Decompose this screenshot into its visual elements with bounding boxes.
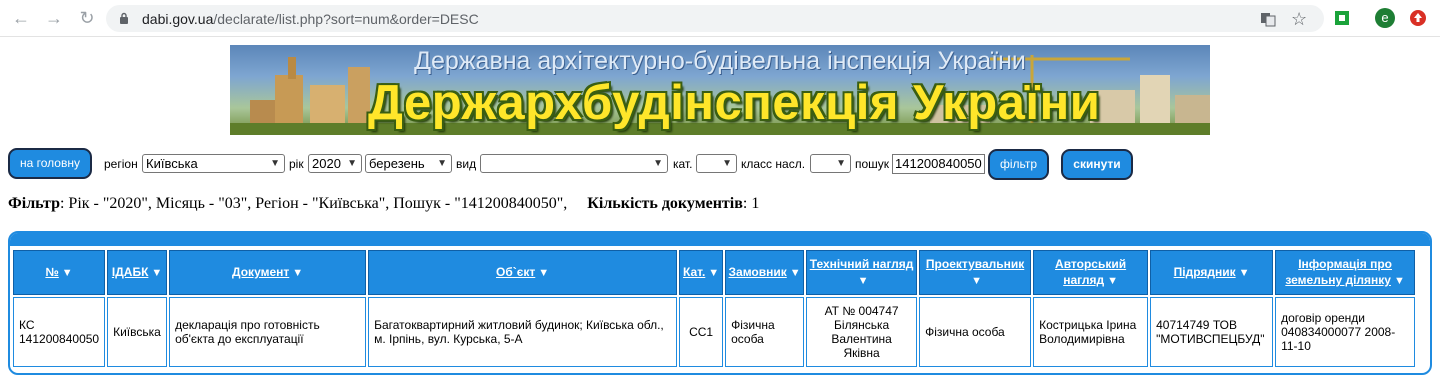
sort-down-icon: ▼	[61, 267, 73, 279]
banner-subtitle: Державна архітектурно-будівельна інспекц…	[414, 47, 1026, 75]
cell-designer: Фізична особа	[919, 297, 1032, 367]
cell-tech-supervision: АТ № 004747 Білянська Валентина Яківна	[806, 297, 918, 367]
sort-down-icon: ▼	[708, 267, 720, 279]
month-select[interactable]: березень ▼	[365, 154, 452, 173]
reload-icon[interactable]: ↻	[76, 7, 98, 29]
cell-num: КС 141200840050	[13, 297, 106, 367]
column-header-land-info[interactable]: Інформація про земельну ділянку ▼	[1275, 250, 1416, 295]
results-table: № ▼ ІДАБК ▼ Документ ▼ Об`єкт ▼ Кат. ▼ Замовн…	[11, 248, 1417, 369]
column-header-designer[interactable]: Проектувальник ▼	[919, 250, 1032, 295]
sort-link-category[interactable]: Кат.	[683, 265, 705, 279]
category-select[interactable]: ▼	[696, 154, 737, 173]
reset-button[interactable]: скинути	[1061, 149, 1133, 180]
column-header-idabk[interactable]: ІДАБК ▼	[107, 250, 168, 295]
class-select[interactable]: ▼	[810, 154, 851, 173]
profile-avatar[interactable]: e	[1375, 8, 1395, 28]
year-select-value: 2020	[312, 156, 341, 171]
banner-title: Держархбудінспекція України	[368, 76, 1101, 130]
search-label: пошук	[855, 157, 890, 171]
class-label: класс насл.	[741, 157, 806, 171]
sort-link-document[interactable]: Документ	[232, 265, 289, 279]
cell-category: СС1	[679, 297, 724, 367]
profile-letter: e	[1381, 10, 1389, 25]
chevron-down-icon: ▼	[270, 158, 280, 169]
column-header-contractor[interactable]: Підрядник ▼	[1150, 250, 1274, 295]
back-icon[interactable]: ←	[10, 7, 32, 29]
cell-customer: Фізична особа	[725, 297, 805, 367]
chevron-down-icon: ▼	[836, 158, 846, 169]
cell-document: декларація про готовність об'єкта до екс…	[169, 297, 367, 367]
year-select[interactable]: 2020 ▼	[308, 154, 362, 173]
sort-down-icon: ▼	[292, 267, 304, 279]
cell-contractor: 40714749 ТОВ "МОТИВСПЕЦБУД"	[1150, 297, 1274, 367]
column-header-num[interactable]: № ▼	[13, 250, 106, 295]
sort-down-icon: ▼	[538, 267, 550, 279]
sort-down-icon: ▼	[151, 267, 163, 279]
url-text: dabi.gov.ua/declarate/list.php?sort=num&…	[142, 11, 479, 27]
chevron-down-icon: ▼	[722, 158, 732, 169]
address-bar[interactable]: dabi.gov.ua/declarate/list.php?sort=num&…	[106, 5, 1324, 32]
category-label: кат.	[673, 157, 693, 171]
sort-link-num[interactable]: №	[45, 265, 58, 279]
upload-extension-icon[interactable]	[1408, 8, 1428, 28]
region-label: регіон	[104, 157, 138, 171]
document-count-label: Кількість документів	[587, 195, 743, 212]
sort-down-icon: ▼	[1107, 275, 1118, 287]
sort-link-land-info[interactable]: Інформація про земельну ділянку	[1285, 257, 1392, 287]
month-select-value: березень	[369, 156, 425, 171]
cell-author-supervision: Кострицька Ірина Володимирівна	[1033, 297, 1149, 367]
sort-link-idabk[interactable]: ІДАБК	[112, 265, 149, 279]
sort-down-icon: ▼	[1238, 267, 1250, 279]
filter-summary: Фільтр: Рік - "2020", Місяць - "03", Рег…	[8, 195, 759, 213]
site-banner: Державна архітектурно-будівельна інспекц…	[230, 45, 1210, 135]
sort-link-customer[interactable]: Замовник	[729, 265, 787, 279]
column-header-tech-supervision[interactable]: Технічний нагляд ▼	[806, 250, 918, 295]
translate-icon[interactable]	[1258, 9, 1278, 29]
panel-header-bar	[10, 233, 1430, 246]
cell-idabk: Київська	[107, 297, 168, 367]
sort-down-icon: ▼	[789, 267, 801, 279]
year-label: рік	[289, 157, 304, 171]
forward-icon[interactable]: →	[43, 7, 65, 29]
home-button[interactable]: на головну	[8, 148, 92, 179]
filter-summary-label: Фільтр	[8, 195, 60, 212]
sort-link-designer[interactable]: Проектувальник	[926, 257, 1024, 271]
cell-object: Багатоквартирний житловий будинок; Київс…	[368, 297, 678, 367]
filter-summary-text: : Рік - "2020", Місяць - "03", Регіон - …	[59, 195, 568, 212]
cell-land-info: договір оренди 040834000077 2008-11-10	[1275, 297, 1416, 367]
table-header-row: № ▼ ІДАБК ▼ Документ ▼ Об`єкт ▼ Кат. ▼ Замовн…	[13, 250, 1416, 295]
column-header-document[interactable]: Документ ▼	[169, 250, 367, 295]
sort-down-icon: ▼	[857, 275, 869, 287]
chevron-down-icon: ▼	[437, 158, 447, 169]
document-count-value: : 1	[742, 195, 760, 212]
filter-button[interactable]: фільтр	[988, 149, 1049, 180]
sort-link-tech-supervision[interactable]: Технічний нагляд	[810, 257, 914, 271]
chevron-down-icon: ▼	[347, 158, 357, 169]
sort-link-contractor[interactable]: Підрядник	[1174, 265, 1236, 279]
type-label: вид	[456, 157, 477, 171]
search-input[interactable]: 141200840050	[892, 154, 985, 174]
type-select[interactable]: ▼	[480, 154, 668, 173]
column-header-object[interactable]: Об`єкт ▼	[368, 250, 678, 295]
region-select-value: Київська	[146, 156, 198, 171]
sort-down-icon: ▼	[1393, 275, 1405, 287]
lock-icon	[120, 12, 128, 24]
region-select[interactable]: Київська ▼	[142, 154, 285, 173]
chevron-down-icon: ▼	[653, 158, 663, 169]
results-panel: № ▼ ІДАБК ▼ Документ ▼ Об`єкт ▼ Кат. ▼ Замовн…	[8, 231, 1432, 375]
extension-icon[interactable]	[1332, 8, 1352, 28]
table-row: КС 141200840050 Київська декларація про …	[13, 297, 1416, 367]
sort-link-object[interactable]: Об`єкт	[496, 265, 535, 279]
bookmark-star-icon[interactable]: ☆	[1291, 9, 1311, 29]
sort-down-icon: ▼	[971, 275, 983, 287]
browser-toolbar: ← → ↻ dabi.gov.ua/declarate/list.php?sor…	[0, 0, 1440, 37]
column-header-author-supervision[interactable]: Авторський нагляд ▼	[1033, 250, 1149, 295]
column-header-category[interactable]: Кат. ▼	[679, 250, 724, 295]
column-header-customer[interactable]: Замовник ▼	[725, 250, 805, 295]
